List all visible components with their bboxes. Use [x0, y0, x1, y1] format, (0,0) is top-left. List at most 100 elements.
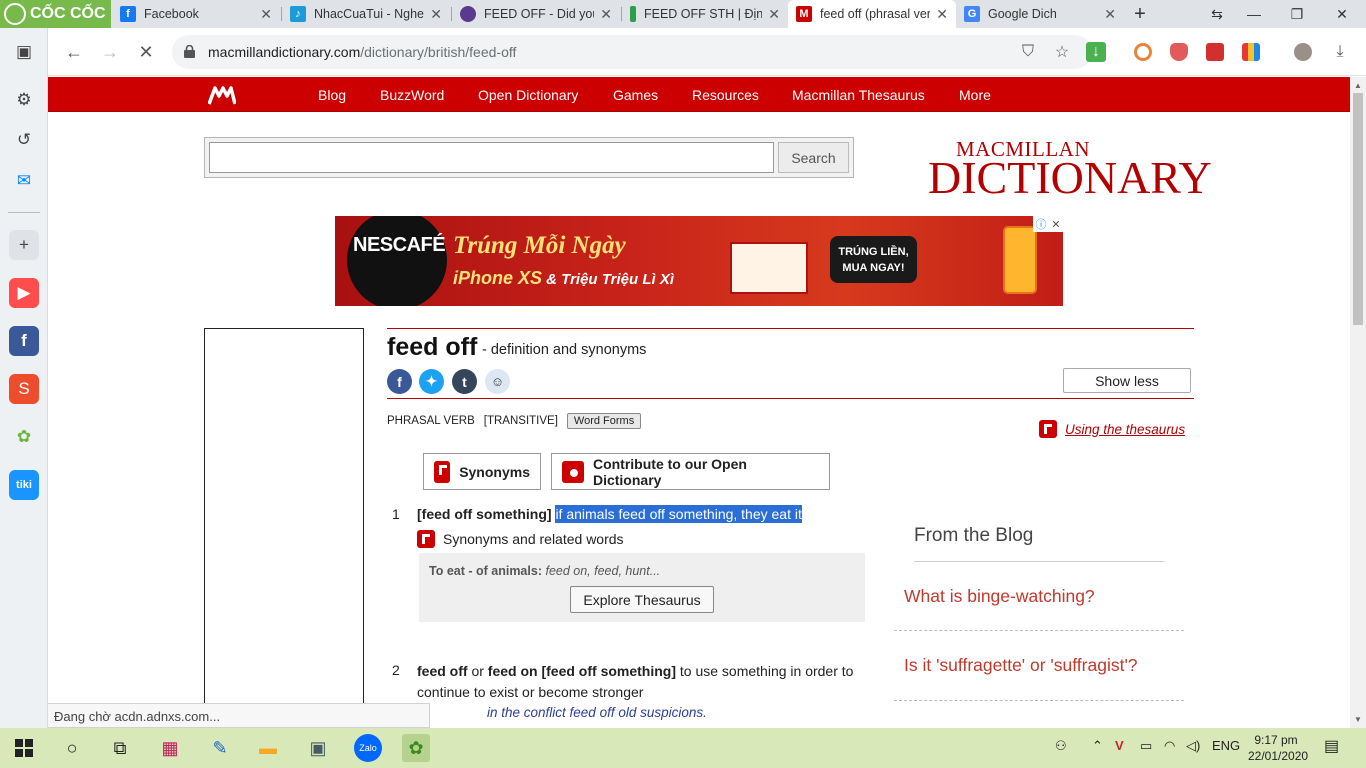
synonym-words[interactable]: feed on, feed, hunt... [545, 564, 660, 578]
add-panel-icon[interactable]: + [9, 230, 39, 260]
coccoc-icon[interactable]: ✿ [9, 422, 39, 452]
address-bar[interactable]: macmillandictionary.com/dictionary/briti… [172, 35, 1106, 69]
headword-suffix: - definition and synonyms [482, 342, 647, 358]
ad-choices-icon[interactable]: ⓘ ✕ [1033, 216, 1063, 232]
explore-thesaurus-button[interactable]: Explore Thesaurus [570, 586, 714, 613]
coccoc-brand[interactable]: CỐC CỐC [0, 0, 111, 28]
wifi-icon[interactable]: ◠ [1164, 738, 1175, 754]
facebook-share-icon[interactable]: f [387, 369, 412, 394]
grammar-label: [TRANSITIVE] [483, 415, 558, 427]
people-icon[interactable]: ⚇ [1055, 738, 1067, 754]
using-thesaurus-link[interactable]: Using the thesaurus [1039, 420, 1185, 438]
nav-macmillan-thesaurus[interactable]: Macmillan Thesaurus [792, 87, 925, 103]
status-bubble: Đang chờ acdn.adnxs.com... [48, 703, 430, 728]
shield-icon[interactable]: ⛉ [1018, 42, 1038, 62]
unikey-icon[interactable]: V [1115, 738, 1124, 753]
download-icon[interactable]: ⤓ [1330, 42, 1350, 62]
macmillan-dictionary-logo[interactable]: MACMILLAN DICTIONARY [928, 137, 1212, 203]
close-icon[interactable]: ✕ [768, 6, 780, 23]
task-view-icon[interactable]: ⧉ [106, 734, 134, 762]
page-scrollbar[interactable]: ▲ ▼ [1350, 77, 1366, 728]
synonym-line: To eat - of animals: feed on, feed, hunt… [429, 564, 661, 578]
close-window-button[interactable]: ✕ [1328, 2, 1356, 26]
back-icon[interactable]: ← [62, 40, 86, 64]
search-bar: Search [204, 137, 854, 178]
tab-did-you-mean[interactable]: FEED OFF - Did you s ✕ [452, 0, 620, 28]
extension-icon[interactable] [1242, 43, 1260, 61]
definition-selected-text[interactable]: if animals feed off something, they eat … [555, 505, 802, 523]
messenger-icon[interactable]: ✉ [9, 166, 39, 196]
nav-open-dictionary[interactable]: Open Dictionary [478, 87, 578, 103]
new-tab-button[interactable]: + [1128, 3, 1152, 25]
stop-loading-icon[interactable]: ✕ [134, 40, 158, 64]
contribute-button[interactable]: Contribute to our Open Dictionary [551, 453, 830, 490]
nav-resources[interactable]: Resources [692, 87, 759, 103]
scrollbar-thumb[interactable] [1353, 93, 1363, 325]
macmillan-logo-icon[interactable] [208, 85, 236, 105]
app-icon[interactable]: ▦ [156, 734, 184, 762]
search-input[interactable] [209, 142, 774, 173]
facebook-icon[interactable]: f [9, 326, 39, 356]
minimize-button[interactable]: — [1240, 2, 1268, 26]
download-video-icon[interactable]: ↓ [1086, 42, 1106, 62]
file-explorer-icon[interactable]: ▬ [254, 734, 282, 762]
extension-icon[interactable] [1206, 43, 1224, 61]
windows-start-icon[interactable] [10, 734, 38, 762]
coccoc-browser-icon[interactable]: ✿ [402, 734, 430, 762]
word-forms-button[interactable]: Word Forms [566, 413, 642, 429]
language-indicator[interactable]: ENG [1212, 738, 1240, 753]
sidebar-toggle-icon[interactable]: ▣ [9, 37, 39, 67]
clock[interactable]: 9:17 pm 22/01/2020 [1248, 732, 1308, 764]
close-icon[interactable]: ✕ [430, 6, 442, 23]
show-less-button[interactable]: Show less [1063, 368, 1191, 393]
settings-icon[interactable]: ⚙ [9, 85, 39, 115]
advertisement-banner[interactable]: NESCAFÉ Trúng Mỗi Ngày iPhone XS & Triệu… [335, 216, 1063, 306]
search-button[interactable]: Search [778, 142, 849, 173]
tab-google-dich[interactable]: G Google Dich ✕ [956, 0, 1124, 28]
blog-post-link[interactable]: Is it 'suffragette' or 'suffragist'? [904, 655, 1138, 676]
tumblr-share-icon[interactable]: t [452, 369, 477, 394]
battery-icon[interactable]: ▭ [1140, 738, 1152, 754]
app-icon[interactable]: ▣ [304, 734, 332, 762]
nav-games[interactable]: Games [613, 87, 658, 103]
nav-more[interactable]: More [959, 87, 991, 103]
tab-strip: CỐC CỐC f Facebook ✕ ♪ NhacCuaTui - Nghe… [0, 0, 1366, 28]
nav-buzzword[interactable]: BuzzWord [380, 87, 444, 103]
tab-macmillan-active[interactable]: M feed off (phrasal verb ✕ [788, 0, 956, 28]
blog-post-link[interactable]: What is binge-watching? [904, 586, 1095, 607]
shopee-icon[interactable]: S [9, 374, 39, 404]
close-icon[interactable]: ✕ [936, 6, 948, 23]
ad-cta: TRÚNG LIỀN, MUA NGAY! [830, 236, 917, 283]
tab-nhaccuatui[interactable]: ♪ NhacCuaTui - Nghe n ✕ [282, 0, 450, 28]
forward-icon[interactable]: → [98, 40, 122, 64]
tab-search-icon[interactable]: ⇆ [1203, 2, 1231, 26]
paint-icon[interactable]: ✎ [206, 734, 234, 762]
tab-feed-off-definition[interactable]: FEED OFF STH | Định ✕ [622, 0, 788, 28]
tiki-icon[interactable]: tiki [9, 470, 39, 500]
close-icon[interactable]: ✕ [600, 6, 612, 23]
youtube-icon[interactable]: ▶ [9, 278, 39, 308]
reddit-share-icon[interactable]: ☺ [485, 369, 510, 394]
extension-icon[interactable] [1134, 43, 1152, 61]
zalo-icon[interactable]: Zalo [354, 734, 382, 762]
bookmark-star-icon[interactable]: ☆ [1052, 42, 1072, 62]
facebook-icon: f [120, 6, 136, 22]
tab-facebook[interactable]: f Facebook ✕ [112, 0, 280, 28]
nav-blog[interactable]: Blog [318, 87, 346, 103]
close-icon[interactable]: ✕ [1104, 6, 1116, 23]
synonyms-button[interactable]: Synonyms [423, 453, 541, 490]
chevron-up-icon[interactable]: ⌃ [1092, 738, 1103, 754]
adblock-icon[interactable] [1170, 43, 1188, 61]
notifications-icon[interactable]: ▤ [1324, 736, 1339, 756]
avatar[interactable] [1294, 43, 1312, 61]
maximize-button[interactable]: ❐ [1283, 2, 1311, 26]
volume-icon[interactable]: ◁) [1186, 738, 1200, 754]
twitter-share-icon[interactable]: ✦ [419, 369, 444, 394]
close-icon[interactable]: ✕ [260, 6, 272, 23]
history-icon[interactable]: ↺ [9, 125, 39, 155]
dictionary-icon [460, 6, 476, 22]
nhaccuatui-icon: ♪ [290, 6, 306, 22]
synonyms-related-heading[interactable]: Synonyms and related words [417, 530, 624, 548]
windows-taskbar: ○ ⧉ ▦ ✎ ▬ ▣ Zalo ✿ ⚇ ⌃ V ▭ ◠ ◁) ENG 9:17… [0, 728, 1366, 768]
search-icon[interactable]: ○ [58, 734, 86, 762]
